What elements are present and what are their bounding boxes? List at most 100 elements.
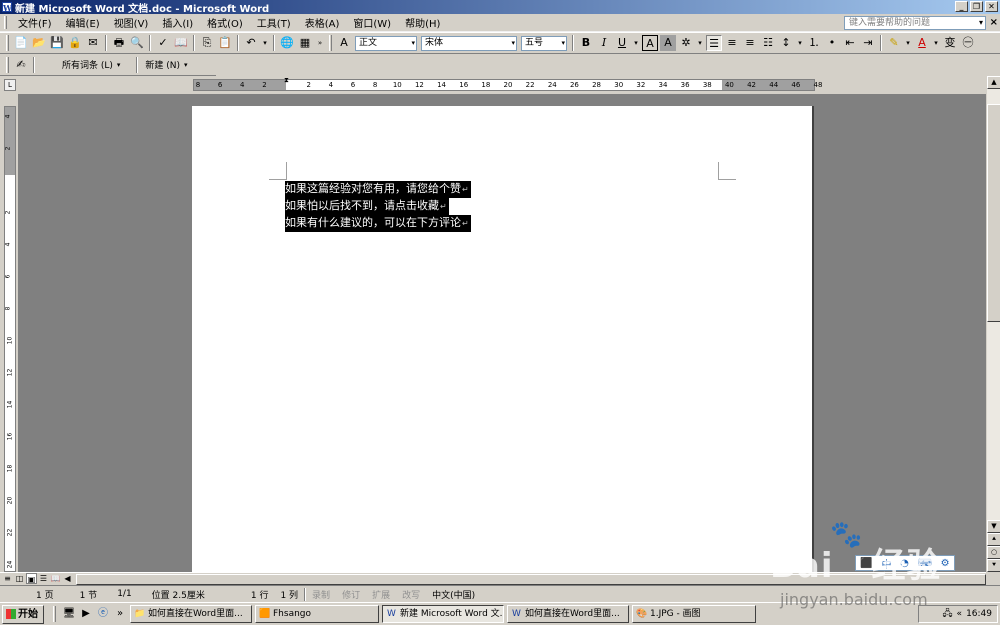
taskbar-item[interactable]: 🎨 1.JPG - 画图 [632, 605, 756, 623]
menu-edit[interactable]: 编辑(E) [61, 15, 105, 30]
previous-page-button[interactable]: ⯅ [987, 533, 1000, 546]
spelling-icon[interactable]: ✓ [155, 35, 171, 51]
line-spacing-icon[interactable]: ↕ [778, 35, 794, 51]
tab-selector-button[interactable]: L [4, 79, 16, 91]
next-page-button[interactable]: ⯆ [987, 559, 1000, 572]
ie-icon[interactable]: ⓔ [96, 607, 110, 621]
text-line[interactable]: 如果怕以后找不到，请点击收藏↵ [285, 198, 449, 215]
chevron-down-icon[interactable]: ▾ [904, 35, 912, 51]
text-line[interactable]: 如果有什么建议的，可以在下方评论↵ [285, 215, 471, 232]
network-icon[interactable]: 🖧 [943, 606, 953, 622]
table-icon[interactable]: ▦ [297, 35, 313, 51]
show-markup-dropdown[interactable]: 所有词条 (L) [58, 58, 117, 71]
horizontal-scroll-thumb[interactable] [76, 574, 986, 585]
copy-icon[interactable]: ⎘ [199, 35, 215, 51]
chevron-down-icon[interactable]: ▾ [184, 61, 188, 69]
menu-view[interactable]: 视图(V) [109, 15, 154, 30]
increase-indent-icon[interactable]: ⇥ [860, 35, 876, 51]
undo-icon[interactable]: ↶ [243, 35, 259, 51]
research-icon[interactable]: 📖 [173, 35, 189, 51]
bullets-icon[interactable]: • [824, 35, 840, 51]
floating-ime-toolbar[interactable]: ⬛ 中 ◔ ⌨ ⚙ [855, 555, 955, 571]
font-color-icon[interactable]: A [914, 35, 930, 51]
char-scale-icon[interactable]: ✲ [678, 35, 694, 51]
selected-text-block[interactable]: 如果这篇经验对您有用，请您给个赞↵ 如果怕以后找不到，请点击收藏↵ 如果有什么建… [285, 181, 471, 232]
enclose-char-icon[interactable]: ㊀ [960, 35, 976, 51]
menu-format[interactable]: 格式(O) [202, 15, 248, 30]
menu-grip[interactable] [4, 16, 7, 29]
status-language[interactable]: 中文(中国) [426, 588, 481, 601]
menu-help[interactable]: 帮助(H) [400, 15, 445, 30]
toolbar-options-icon[interactable]: » [315, 35, 325, 51]
permission-icon[interactable]: 🔒 [67, 35, 83, 51]
new-comment-button[interactable]: 新建 (N) [141, 58, 184, 71]
volume-icon[interactable]: « [957, 609, 963, 619]
align-right-icon[interactable]: ≡ [742, 35, 758, 51]
taskbar-item[interactable]: W 如何直接在Word里面... [507, 605, 629, 623]
chevron-down-icon[interactable]: ▾ [796, 35, 804, 51]
decrease-indent-icon[interactable]: ⇤ [842, 35, 858, 51]
print-layout-icon[interactable]: ▣ [26, 573, 37, 584]
new-icon[interactable]: 📄 [13, 35, 29, 51]
save-icon[interactable]: 💾 [49, 35, 65, 51]
text-line[interactable]: 如果这篇经验对您有用，请您给个赞↵ [285, 181, 471, 198]
settings-icon[interactable]: ⚙ [941, 558, 950, 569]
reading-view-icon[interactable]: 📖 [50, 573, 61, 584]
reviewing-pane-icon[interactable]: ✍ [13, 57, 29, 73]
select-browse-object-button[interactable]: ○ [987, 546, 1000, 559]
italic-button[interactable]: I [596, 35, 612, 51]
more-icon[interactable]: » [113, 607, 127, 621]
hyperlink-icon[interactable]: 🌐 [279, 35, 295, 51]
vertical-scrollbar[interactable]: ▲ ▼ ⯅ ○ ⯆ [986, 76, 1000, 572]
horizontal-scrollbar[interactable]: ≡ ◫ ▣ ☰ 📖 ◀ [0, 572, 986, 585]
underline-button[interactable]: U [614, 35, 630, 51]
show-desktop-icon[interactable]: 🖥 [62, 607, 76, 621]
restore-button[interactable]: ❐ [970, 1, 983, 12]
font-select[interactable]: 宋体 ▾ [421, 35, 517, 51]
align-justify-icon[interactable]: ☰ [706, 35, 722, 51]
menu-file[interactable]: 文件(F) [13, 15, 57, 30]
document-area[interactable]: 如果这篇经验对您有用，请您给个赞↵ 如果怕以后找不到，请点击收藏↵ 如果有什么建… [18, 94, 986, 572]
chevron-down-icon[interactable]: ▾ [632, 35, 640, 51]
font-size-select[interactable]: 五号 ▾ [521, 35, 567, 51]
print-icon[interactable]: 🖶 [111, 35, 127, 51]
char-border-button[interactable]: A [642, 35, 658, 51]
phonetic-guide-icon[interactable]: 变 [942, 35, 958, 51]
char-shading-button[interactable]: A [660, 35, 676, 51]
softkeyboard-icon[interactable]: ⌨ [918, 558, 932, 569]
taskbar-item[interactable]: 🟧 Fhsango [255, 605, 379, 623]
align-center-icon[interactable]: ≡ [724, 35, 740, 51]
open-icon[interactable]: 📂 [31, 35, 47, 51]
chinese-mode-icon[interactable]: 中 [881, 556, 891, 571]
close-document-button[interactable]: × [990, 17, 998, 28]
chevron-down-icon[interactable]: ▾ [696, 35, 704, 51]
status-trk[interactable]: 修订 [336, 588, 366, 601]
minimize-button[interactable]: _ [955, 1, 968, 12]
print-preview-icon[interactable]: 🔍 [129, 35, 145, 51]
taskbar-item[interactable]: 📁 如何直接在Word里面... [130, 605, 252, 623]
outline-view-icon[interactable]: ☰ [38, 573, 49, 584]
horizontal-ruler[interactable]: ⧗ 8 6 4 2 2 4 6 8 10 12 14 16 18 20 22 24 26 28 30 32 34 36 38… [193, 77, 822, 91]
scroll-up-button[interactable]: ▲ [987, 76, 1000, 89]
chevron-down-icon[interactable]: ▾ [979, 17, 983, 29]
menu-table[interactable]: 表格(A) [300, 15, 345, 30]
toolbar-grip[interactable] [6, 56, 9, 73]
distribute-icon[interactable]: ☷ [760, 35, 776, 51]
style-select[interactable]: 正文 ▾ [355, 35, 417, 51]
vertical-ruler[interactable]: 4 2 2 4 6 8 10 12 14 16 18 20 22 24 [4, 106, 16, 572]
chevron-down-icon[interactable]: ▾ [932, 35, 940, 51]
scroll-down-button[interactable]: ▼ [987, 520, 1000, 533]
highlight-icon[interactable]: ✎ [886, 35, 902, 51]
status-ovr[interactable]: 改写 [396, 588, 426, 601]
taskbar-item-active[interactable]: W 新建 Microsoft Word 文... [382, 605, 504, 623]
clock[interactable]: 16:49 [966, 609, 992, 619]
normal-view-icon[interactable]: ≡ [2, 573, 13, 584]
scroll-left-button[interactable]: ◀ [62, 573, 73, 584]
toolbar-grip[interactable] [329, 35, 332, 51]
bold-button[interactable]: B [578, 35, 594, 51]
start-button[interactable]: 开始 [2, 604, 44, 624]
punctuation-icon[interactable]: ◔ [900, 558, 909, 569]
styles-pane-icon[interactable]: A [336, 35, 352, 51]
toolbar-grip[interactable] [6, 35, 9, 51]
media-player-icon[interactable]: ▶ [79, 607, 93, 621]
